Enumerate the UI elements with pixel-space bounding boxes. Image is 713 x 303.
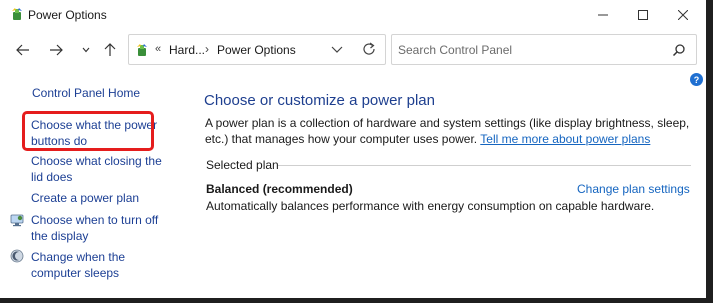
control-panel-home-link[interactable]: Control Panel Home	[32, 85, 140, 101]
control-panel-icon	[137, 44, 147, 56]
search-icon[interactable]	[672, 43, 686, 57]
learn-more-link[interactable]: Tell me more about power plans	[480, 132, 650, 146]
title-bar: Power Options	[0, 0, 706, 30]
moon-icon	[10, 249, 24, 263]
breadcrumb-hardware[interactable]: Hard...	[169, 43, 205, 57]
computer-sleeps-link[interactable]: Change when the computer sleeps	[31, 249, 171, 281]
search-box[interactable]	[391, 34, 697, 65]
power-options-icon	[12, 8, 22, 20]
close-icon	[678, 10, 688, 20]
up-button[interactable]	[99, 39, 121, 61]
power-options-window: Power Options « Hard... › Power Options …	[0, 0, 706, 298]
selected-plan-label: Selected plan	[206, 158, 279, 172]
section-divider	[278, 165, 691, 166]
overflow-breadcrumb-chevron[interactable]: «	[155, 43, 161, 55]
monitor-icon	[10, 214, 24, 227]
chevron-down-icon	[82, 47, 90, 53]
arrow-up-icon	[104, 43, 116, 56]
create-power-plan-link[interactable]: Create a power plan	[31, 190, 139, 206]
page-title: Choose or customize a power plan	[204, 92, 435, 109]
highlight-box	[22, 111, 154, 151]
breadcrumb-power-options[interactable]: Power Options	[217, 43, 296, 57]
maximize-icon	[638, 10, 648, 20]
plan-name: Balanced (recommended)	[206, 182, 353, 196]
refresh-icon[interactable]	[361, 41, 377, 57]
turn-off-display-link[interactable]: Choose when to turn off the display	[31, 212, 176, 244]
breadcrumb-separator: ›	[205, 42, 209, 56]
arrow-left-icon	[16, 44, 29, 56]
back-button[interactable]	[12, 39, 34, 61]
help-button[interactable]: ?	[690, 73, 703, 86]
left-navigation: Control Panel Home Choose what the power…	[0, 75, 185, 298]
recent-locations-button[interactable]	[75, 39, 97, 61]
minimize-icon	[598, 14, 608, 16]
forward-button[interactable]	[45, 39, 67, 61]
search-input[interactable]	[398, 41, 658, 59]
navigation-bar: « Hard... › Power Options	[0, 30, 706, 70]
arrow-right-icon	[50, 44, 63, 56]
choose-closing-lid-link[interactable]: Choose what closing the lid does	[31, 153, 171, 185]
plan-description: Automatically balances performance with …	[206, 199, 655, 213]
change-plan-settings-link[interactable]: Change plan settings	[577, 182, 690, 196]
address-dropdown-icon[interactable]	[329, 41, 345, 57]
address-bar[interactable]: « Hard... › Power Options	[128, 34, 386, 65]
page-description: A power plan is a collection of hardware…	[205, 115, 695, 147]
close-button[interactable]	[660, 0, 706, 30]
window-title: Power Options	[28, 8, 107, 22]
help-icon: ?	[693, 74, 700, 85]
